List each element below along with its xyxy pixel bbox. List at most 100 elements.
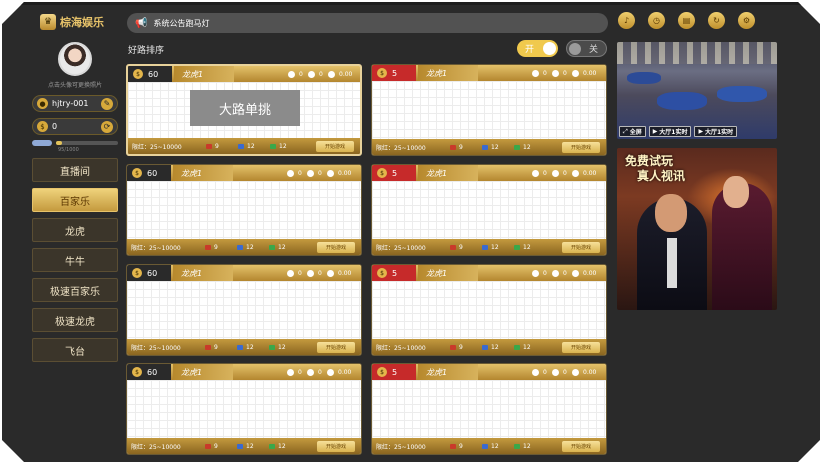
- game-table-card[interactable]: $ 5 龙虎1 0 0 0.00 限红：25~10000 9 12 12 开始游…: [371, 264, 607, 356]
- toolbar: ♪ ◷ ▤ ↻ ⚙: [618, 12, 755, 29]
- dragon-count: 9: [206, 143, 238, 150]
- tiger-count-value: 12: [279, 142, 287, 150]
- start-game-button[interactable]: 开始游戏: [316, 141, 354, 152]
- hall1-button[interactable]: ▶ 大厅1实时: [648, 126, 692, 137]
- moneybag-icon: [572, 69, 579, 77]
- game-table-card[interactable]: $ 5 龙虎1 0 0 0.00 限红：25~10000 9 12 12 开始游…: [371, 164, 607, 256]
- tie-count: 12: [482, 244, 514, 251]
- document-icon[interactable]: ▤: [678, 12, 695, 29]
- tie-icon: [482, 344, 488, 350]
- sidebar-item-0[interactable]: 直播间: [32, 158, 118, 182]
- tiger-count: 12: [270, 143, 302, 150]
- card-footer: 限红：25~10000 9 12 12 开始游戏: [128, 138, 360, 154]
- dragon-count: 9: [450, 144, 482, 151]
- player-count-value: 0: [543, 169, 547, 177]
- card-footer: 限红：25~10000 9 12 12 开始游戏: [372, 239, 606, 255]
- level-bar: [32, 140, 118, 146]
- sidebar-item-label: 牛牛: [65, 256, 85, 268]
- room-number: 5: [392, 68, 398, 78]
- username: hjtry-001: [52, 99, 89, 108]
- dragon-icon: [205, 244, 211, 250]
- moneybag-icon: [307, 368, 314, 376]
- start-game-button[interactable]: 开始游戏: [562, 342, 600, 353]
- start-game-button[interactable]: 开始游戏: [562, 142, 600, 153]
- sidebar-item-2[interactable]: 龙虎: [32, 218, 118, 242]
- bet-count: 0: [552, 265, 567, 281]
- toggle-on[interactable]: 开: [517, 40, 558, 57]
- sidebar-item-6[interactable]: 飞台: [32, 338, 118, 362]
- sidebar-item-label: 百家乐: [60, 196, 90, 208]
- start-game-button[interactable]: 开始游戏: [317, 441, 355, 452]
- moneybag-icon: [327, 368, 334, 376]
- sidebar-item-label: 龙虎: [65, 226, 85, 238]
- tiger-icon: [514, 443, 520, 449]
- room-badge: $ 5: [372, 65, 416, 81]
- live-video-panel[interactable]: ⤢ 全屏 ▶ 大厅1实时 ▶ 大厅1实时: [617, 42, 777, 139]
- road-overlay: 大路单挑: [190, 90, 300, 126]
- bet-count-value: 0: [563, 169, 567, 177]
- toggle-off[interactable]: 关: [566, 40, 607, 57]
- game-table-card[interactable]: $ 5 龙虎1 0 0 0.00 限红：25~10000 9 12 12 开始游…: [371, 64, 607, 156]
- sidebar-item-1[interactable]: 百家乐: [32, 188, 118, 212]
- clock-icon[interactable]: ◷: [648, 12, 665, 29]
- sidebar-item-5[interactable]: 极速龙虎: [32, 308, 118, 332]
- tie-count-value: 12: [246, 442, 254, 450]
- refresh-icon[interactable]: ↻: [708, 12, 725, 29]
- game-table-card[interactable]: $ 60 龙虎1 0 0 0.00 限红：25~10000 9 12 12 开始…: [126, 363, 362, 455]
- balance-pill: $ 0 ⟳: [32, 118, 118, 135]
- refresh-balance-icon[interactable]: ⟳: [101, 120, 113, 133]
- player-count: 0: [287, 364, 302, 380]
- moneybag-icon: [328, 70, 335, 78]
- hall2-button[interactable]: ▶ 大厅1实时: [694, 126, 738, 137]
- bet-limit: 限红：25~10000: [132, 143, 182, 151]
- promo-banner[interactable]: 免费试玩 真人视讯: [617, 148, 777, 310]
- user-icon: [287, 169, 294, 177]
- tie-count-value: 12: [247, 142, 255, 150]
- sidebar-item-4[interactable]: 极速百家乐: [32, 278, 118, 302]
- edit-icon[interactable]: ✎: [101, 97, 113, 110]
- fullscreen-button[interactable]: ⤢ 全屏: [619, 126, 646, 137]
- volume-icon[interactable]: ♪: [618, 12, 635, 29]
- bet-count-value: 0: [318, 368, 322, 376]
- coin-icon: $: [377, 168, 387, 178]
- settings-icon[interactable]: ⚙: [738, 12, 755, 29]
- dragon-count-value: 9: [459, 243, 463, 251]
- tiger-count-value: 12: [523, 343, 531, 351]
- start-game-button[interactable]: 开始游戏: [562, 242, 600, 253]
- start-game-button[interactable]: 开始游戏: [317, 242, 355, 253]
- room-badge: $ 60: [128, 66, 172, 82]
- dragon-icon: [450, 344, 456, 350]
- dragon-icon: [450, 443, 456, 449]
- moneybag-icon: [552, 368, 559, 376]
- game-table-card[interactable]: $ 5 龙虎1 0 0 0.00 限红：25~10000 9 12 12 开始游…: [371, 363, 607, 455]
- bet-count: 0: [552, 65, 567, 81]
- tiger-count-value: 12: [278, 442, 286, 450]
- dragon-icon: [450, 244, 456, 250]
- coin-icon: $: [132, 268, 142, 278]
- tie-count-value: 12: [491, 442, 499, 450]
- game-table-card[interactable]: $ 60 龙虎1 0 0 0.00 限红：25~10000 9 12 12 开始…: [126, 164, 362, 256]
- tie-count: 12: [482, 344, 514, 351]
- room-badge: $ 60: [127, 265, 171, 281]
- bet-count: 0: [307, 364, 322, 380]
- avatar[interactable]: [58, 42, 92, 76]
- game-table-card[interactable]: $ 60 龙虎1 0 0 0.00 限红：25~10000 9 12 12 开始…: [126, 264, 362, 356]
- coin-icon: $: [377, 367, 387, 377]
- start-game-button[interactable]: 开始游戏: [317, 342, 355, 353]
- game-table-card[interactable]: $ 60 龙虎1 0 0 0.00 大路单挑 限红：25~10000 9 12 …: [126, 64, 362, 156]
- dragon-count-value: 9: [214, 343, 218, 351]
- brand-name: 棕海娱乐: [60, 16, 104, 29]
- room-number: 5: [392, 168, 398, 178]
- game-name: 龙虎1: [173, 165, 233, 181]
- bet-count: 0: [552, 165, 567, 181]
- start-game-button[interactable]: 开始游戏: [562, 441, 600, 452]
- room-number: 60: [147, 367, 158, 377]
- bet-count-value: 0: [318, 169, 322, 177]
- moneybag-icon: [572, 169, 579, 177]
- dragon-count-value: 9: [214, 442, 218, 450]
- coin-icon: $: [37, 121, 48, 132]
- sidebar-item-3[interactable]: 牛牛: [32, 248, 118, 272]
- live-controls: ⤢ 全屏 ▶ 大厅1实时 ▶ 大厅1实时: [617, 125, 777, 139]
- xp-track: [56, 141, 118, 145]
- bet-amount-value: 0.00: [338, 269, 352, 277]
